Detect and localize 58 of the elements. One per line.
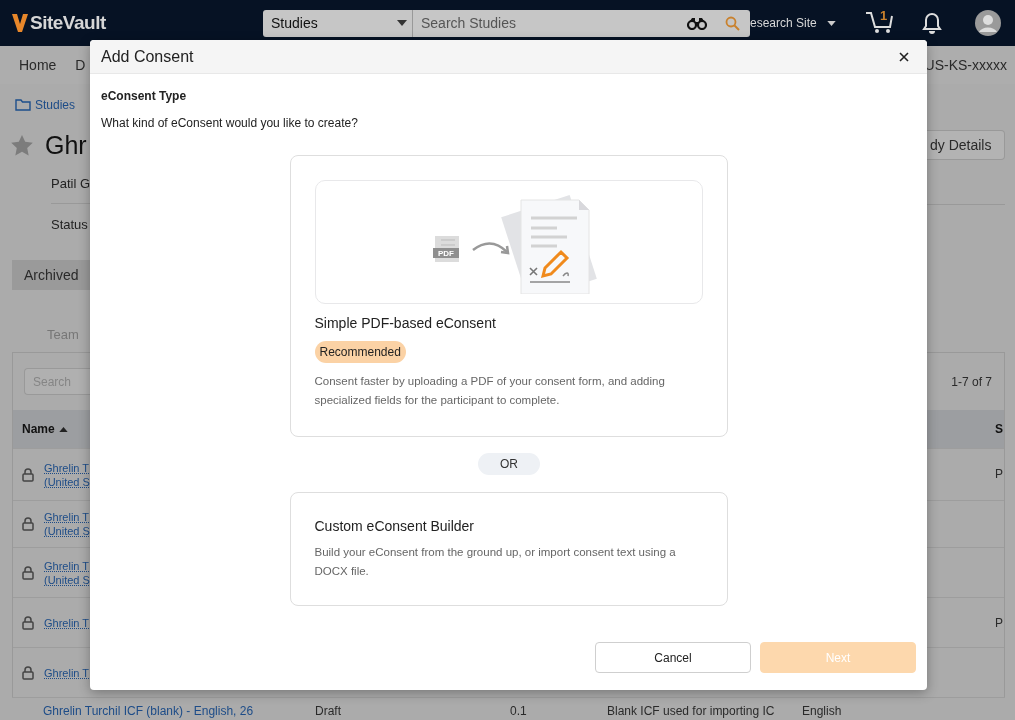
avatar-icon[interactable] [975,10,1001,36]
sort-icon[interactable] [58,426,68,432]
dialog-title: Add Consent [101,47,194,66]
option-title: Custom eConsent Builder [314,518,476,534]
option-title: Simple PDF-based eConsent [314,315,497,331]
site-selector[interactable]: esearch Site [750,16,855,30]
lock-icon [22,615,34,630]
cart-icon [865,10,895,34]
recommended-badge: Recommended [314,341,406,363]
table-cell: Draft [315,704,341,718]
or-separator: OR [478,453,540,475]
document-link[interactable]: Ghrelin Turchil ICF (blank) - English, 26 [43,704,254,718]
caret-icon [826,20,836,26]
section-heading: eConsent Type [101,89,188,103]
table-cell: P [995,467,1003,481]
cart-count: 1 [880,8,888,23]
table-cell: 0.1 [510,704,527,718]
status-label: Status [51,216,88,232]
document-link[interactable]: Ghrelin T (United S [44,558,90,587]
table-cell: P [995,616,1003,630]
status-badge: Archived [12,260,90,290]
option-card[interactable]: Custom eConsent Builder Build your eConsent from the ground up, or import consent text using a DOCX file. [289,492,728,606]
cancel-button[interactable]: Cancel [595,642,751,673]
option-description: Consent faster by uploading a PDF of your consent form, and adding specialized fields for the participant to complete. [314,374,666,408]
breadcrumb-link[interactable]: Studies [35,98,76,112]
document-link[interactable]: Ghrelin T (United S [44,510,90,538]
option-description: Build your eConsent from the ground up, or import consent text using a DOCX file. [314,545,677,579]
lock-icon [22,517,34,531]
question-text: What kind of eConsent would you like to create? [101,116,359,130]
star-icon[interactable] [11,134,33,156]
table-cell: Blank ICF used for importing IC [607,704,775,718]
search-field[interactable]: Search Studies [413,9,750,37]
option-card[interactable]: PDF Simple PDF-based eConsent Recommended Consent faster by uploading a PDF of your consent form, and adding specialized fields for the participant to complete. [289,155,728,437]
study-id: US-KS-xxxxx [924,57,1007,73]
cart-button[interactable]: 1 [865,10,897,36]
document-link[interactable]: Ghrelin T [44,615,90,630]
study-details-button[interactable]: dy Details [927,130,1005,160]
column-header[interactable]: S [995,422,1003,436]
document-link[interactable]: Ghrelin T (United S [44,460,90,489]
lock-icon [22,565,34,580]
bell-icon[interactable] [922,12,942,34]
logo-icon [12,14,28,32]
binoculars-icon[interactable] [687,17,707,30]
caret-icon [397,20,407,26]
nav-link[interactable]: Home [19,57,57,73]
study-info: Patil G [51,176,90,191]
close-icon[interactable] [899,51,909,62]
lock-icon [22,665,34,680]
study-title: Ghr [45,130,87,160]
lock-icon [22,467,34,482]
pager-text: 1-7 of 7 [951,374,992,389]
search-scope-dropdown[interactable]: Studies [263,9,413,37]
table-cell: English [802,704,842,718]
logo-text: SiteVault [30,12,106,34]
document-link[interactable]: Ghrelin T [44,665,90,680]
column-header[interactable]: Name [22,422,55,436]
folder-icon [15,99,31,111]
nav-link[interactable]: D [75,57,86,73]
